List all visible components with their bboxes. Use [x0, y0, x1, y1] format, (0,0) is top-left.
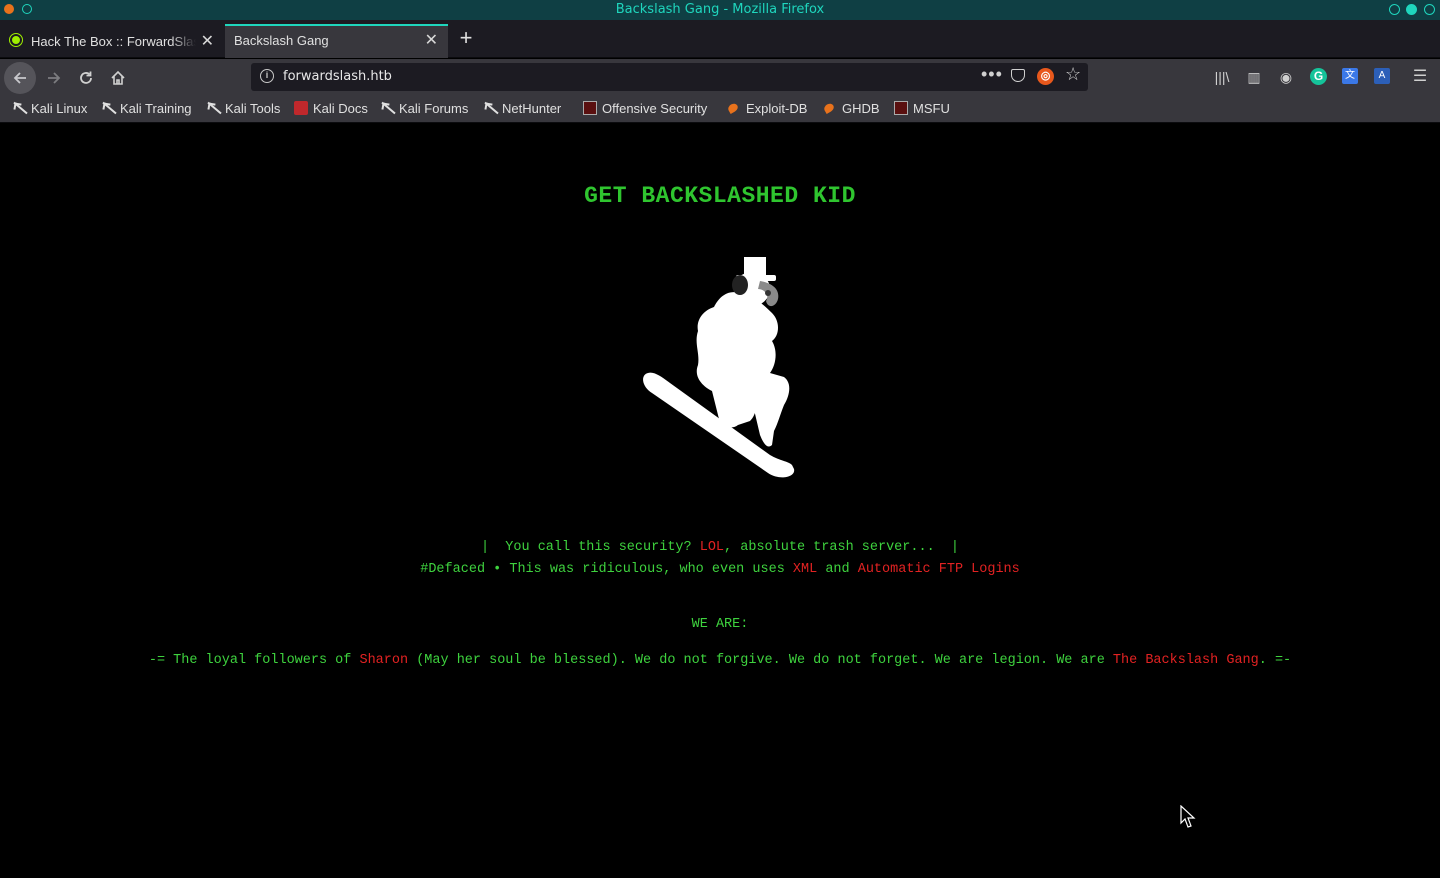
reload-button[interactable] [70, 62, 102, 94]
tab-hackthebox[interactable]: Hack The Box :: ForwardSlash ✕ [0, 26, 224, 58]
bookmark-offensive-security[interactable]: Offensive Security [583, 101, 707, 116]
maximize-window-icon[interactable] [1406, 4, 1417, 15]
home-icon [111, 70, 125, 85]
message-line-2: #Defaced • This was ridiculous, who even… [420, 562, 1020, 577]
url-bar[interactable]: i forwardslash.htb ••• ◎ ☆ [251, 63, 1088, 91]
url-text[interactable]: forwardslash.htb [283, 69, 392, 84]
new-tab-button[interactable]: + [455, 26, 477, 50]
snowboarder-logo-image [643, 257, 795, 478]
pocket-icon[interactable] [1011, 69, 1025, 82]
ublock-origin-icon[interactable]: ◎ [1037, 68, 1054, 85]
we-are-heading: WE ARE: [691, 617, 749, 632]
translate-page-icon[interactable]: A [1374, 68, 1390, 84]
tab-bar: Hack The Box :: ForwardSlash ✕ Backslash… [0, 20, 1440, 58]
kali-dragon-icon [483, 101, 497, 115]
hamburger-menu-icon[interactable]: ☰ [1411, 68, 1429, 86]
kali-dragon-icon [206, 101, 220, 115]
bookmark-kali-training[interactable]: Kali Training [101, 101, 192, 116]
bookmark-nethunter[interactable]: NetHunter [483, 101, 561, 116]
grammarly-icon[interactable]: G [1310, 68, 1327, 85]
navigation-toolbar: i forwardslash.htb ••• ◎ ☆ |||\ ▥ ◉ G 文 … [0, 59, 1440, 96]
window-title: Backslash Gang - Mozilla Firefox [615, 2, 825, 17]
sidebar-icon[interactable]: ▥ [1245, 68, 1263, 86]
bookmark-msfu[interactable]: MSFU [894, 101, 950, 116]
tab-label: Backslash Gang [234, 33, 329, 48]
reload-icon [80, 71, 92, 84]
arrow-left-icon [13, 72, 26, 84]
bookmark-kali-linux[interactable]: Kali Linux [12, 101, 87, 116]
close-window-icon[interactable] [1424, 4, 1435, 15]
message-line-1: | You call this security? LOL, absolute … [480, 540, 959, 555]
home-button[interactable] [102, 62, 134, 94]
close-tab-icon[interactable]: ✕ [201, 31, 214, 51]
page-headline: GET BACKSLASHED KID [584, 183, 856, 209]
bookmark-star-icon[interactable]: ☆ [1065, 64, 1081, 85]
minimize-window-icon[interactable] [1389, 4, 1400, 15]
back-button[interactable] [4, 62, 36, 94]
account-icon[interactable]: ◉ [1277, 68, 1295, 86]
bookmark-ghdb[interactable]: GHDB [823, 101, 880, 116]
bookmark-kali-docs[interactable]: Kali Docs [294, 101, 368, 116]
kali-dragon-icon [380, 101, 394, 115]
backslash-gang-text: The Backslash Gang [1112, 653, 1259, 668]
exploit-db-icon [823, 101, 837, 115]
kali-dragon-icon [101, 101, 115, 115]
close-tab-icon[interactable]: ✕ [425, 30, 438, 50]
tab-backslash-gang[interactable]: Backslash Gang ✕ [225, 24, 448, 58]
page-content: GET BACKSLASHED KID | You call this secu… [0, 124, 1440, 878]
lol-text: LOL [699, 540, 725, 555]
forward-button[interactable] [38, 62, 70, 94]
hackthebox-favicon-icon [9, 33, 23, 47]
bookmarks-toolbar: Kali Linux Kali Training Kali Tools Kali… [0, 96, 1440, 123]
kali-dragon-icon [12, 101, 26, 115]
ftp-logins-text: Automatic FTP Logins [857, 562, 1020, 577]
bookmark-kali-forums[interactable]: Kali Forums [380, 101, 468, 116]
mouse-cursor-icon [1180, 805, 1196, 828]
kali-docs-icon [294, 101, 308, 115]
bookmark-exploit-db[interactable]: Exploit-DB [727, 101, 807, 116]
offsec-icon [583, 101, 597, 115]
page-actions-icon[interactable]: ••• [981, 64, 1003, 85]
library-icon[interactable]: |||\ [1213, 68, 1231, 86]
site-info-icon[interactable]: i [260, 69, 274, 83]
arrow-right-icon [48, 72, 61, 84]
offsec-icon [894, 101, 908, 115]
window-titlebar: Backslash Gang - Mozilla Firefox [0, 0, 1440, 20]
translate-icon[interactable]: 文 [1342, 68, 1358, 84]
bookmark-kali-tools[interactable]: Kali Tools [206, 101, 280, 116]
tab-label: Hack The Box :: ForwardSlash [31, 34, 196, 49]
message-line-3: -= The loyal followers of Sharon (May he… [148, 653, 1292, 668]
sharon-text: Sharon [359, 653, 409, 668]
exploit-db-icon [727, 101, 741, 115]
xml-text: XML [792, 562, 818, 577]
